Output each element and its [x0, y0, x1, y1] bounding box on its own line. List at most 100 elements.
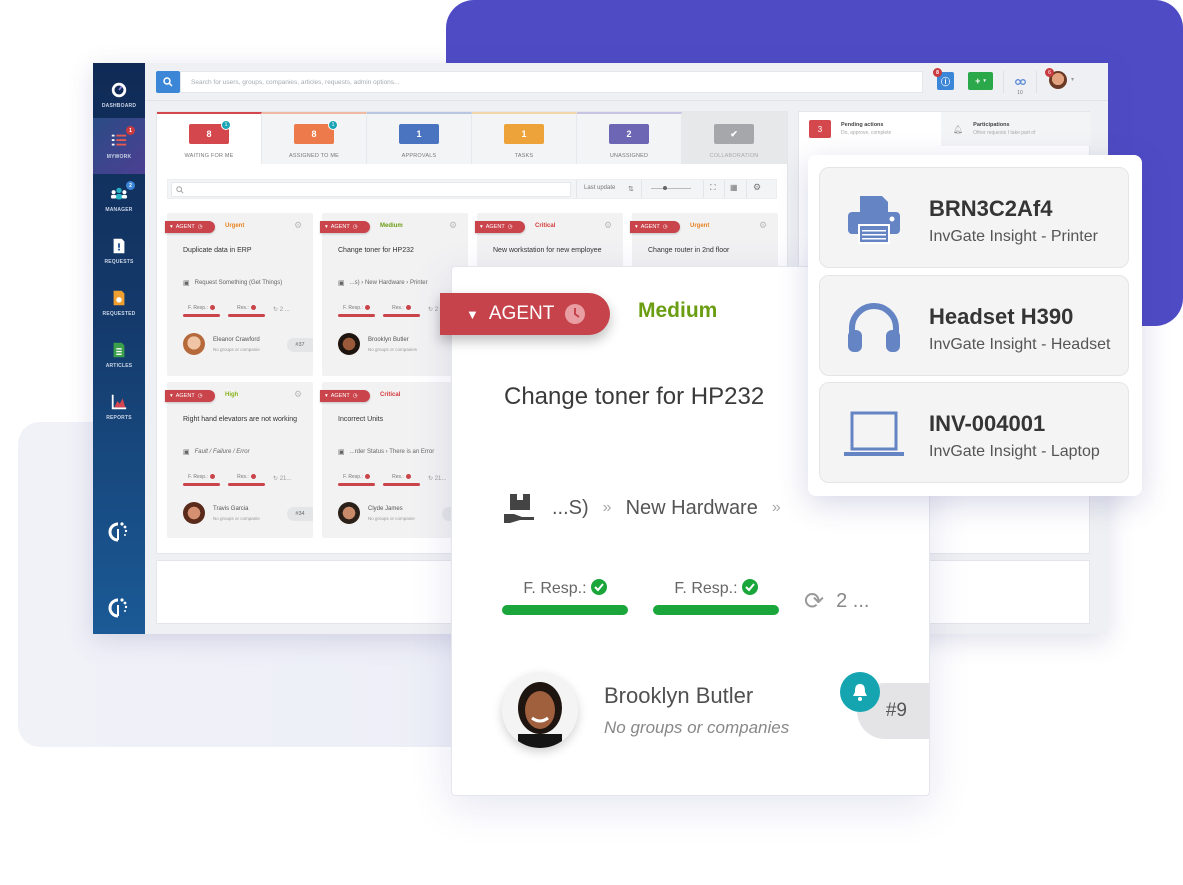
tab-badge: 1 [328, 120, 338, 130]
ticket-card[interactable]: ▾ AGENT ◷ High ⚙ Right hand elevators are … [165, 382, 313, 538]
user-badge: 6 [1045, 68, 1054, 77]
pending-subtitle: Do, approve, complete [841, 130, 892, 136]
sidebar-item-label: REQUESTS [104, 259, 134, 265]
sidebar-item-requests[interactable]: REQUESTS [93, 225, 145, 277]
sla-alert-icon [364, 305, 370, 311]
priority-label: Critical [535, 223, 556, 229]
category-text: Request Something (Get Things) [194, 280, 283, 286]
requester-groups: No groups or companies [604, 718, 790, 737]
card-settings-icon[interactable]: ⚙ [759, 220, 768, 230]
breadcrumb-separator: » [602, 499, 612, 516]
clock-icon: ◷ [197, 393, 203, 399]
sla-alert-icon [250, 474, 256, 480]
sort-label[interactable]: Last update [584, 185, 615, 191]
caret-down-icon: ▼ [466, 306, 479, 322]
ticket-card[interactable]: ▾ AGENT ◷ Urgent ⚙ Duplicate data in ERP ▣… [165, 213, 313, 376]
tab-collaboration[interactable]: ✔ COLLABORATION [682, 112, 787, 164]
asset-item[interactable]: BRN3C2Af4 InvGate Insight - Printer [819, 167, 1129, 268]
sidebar-item-requested[interactable]: REQUESTED [93, 277, 145, 329]
clock-icon: ◷ [352, 393, 358, 399]
tab-label: WAITING FOR ME [184, 153, 234, 159]
list-view-icon[interactable]: ▦ [730, 183, 738, 192]
observers-button[interactable]: 10 [1013, 72, 1027, 96]
card-settings-icon[interactable]: ⚙ [604, 220, 613, 230]
sidebar-item-articles[interactable]: ARTICLES [93, 329, 145, 381]
agent-tag[interactable]: ▼ AGENT [440, 293, 610, 335]
sla-bar [383, 483, 420, 486]
invgate-logo-icon[interactable] [106, 519, 132, 545]
tab-badge: 1 [221, 120, 231, 130]
zoom-slider[interactable] [651, 186, 691, 190]
tab-approvals[interactable]: 1 APPROVALS [367, 112, 472, 164]
ticket-card[interactable]: ▾ AGENT ◷ Critical Incorrect Units ▣ ...rde… [320, 382, 468, 538]
chart-icon [111, 394, 127, 410]
notifications-button[interactable]: ⓘ 8 [933, 68, 954, 90]
ticket-id: #37 [287, 338, 313, 352]
agent-tag[interactable]: ▾ AGENT ◷ [630, 221, 680, 233]
tab-count: 1 [399, 124, 439, 144]
tab-pending-actions[interactable]: 3 Pending actions Do, approve, complete [799, 112, 941, 146]
divider [576, 180, 577, 198]
sidebar-item-manager[interactable]: 2 MANAGER [93, 173, 145, 225]
global-search-input[interactable]: Search for users, groups, companies, art… [180, 71, 923, 93]
tab-assigned-to-me[interactable]: 8 1 ASSIGNED TO ME [262, 112, 367, 164]
add-label: + [975, 76, 981, 86]
notification-bell-button[interactable] [840, 672, 880, 712]
clock-icon: ◷ [662, 224, 668, 230]
zoom-slider-handle[interactable] [663, 186, 667, 190]
article-doc-icon [113, 342, 125, 358]
sla-label: Res.: [237, 474, 249, 480]
ticket-category-breadcrumb: ...S) » New Hardware » [502, 492, 781, 524]
category-text: ...rder Status › There is an Error [349, 449, 435, 455]
sla-label: F. Resp.: [188, 305, 208, 311]
asset-item[interactable]: Headset H390 InvGate Insight - Headset [819, 275, 1129, 376]
sla-alert-icon [209, 474, 215, 480]
user-menu-chevron-icon[interactable]: ▾ [1071, 76, 1074, 83]
invgate-logo-icon [108, 598, 128, 618]
sidebar-item-mywork[interactable]: 1 MYWORK [93, 118, 145, 174]
priority-label: Critical [380, 392, 401, 398]
fullscreen-icon[interactable]: ⛶ [710, 183, 716, 193]
settings-gear-icon[interactable]: ⚙ [753, 182, 761, 193]
pending-count: 3 [809, 120, 831, 138]
filter-bar: Last update ⇅ ⛶ ▦ ⚙ [167, 179, 777, 199]
sla-bar [338, 314, 375, 317]
tab-tasks[interactable]: 1 TASKS [472, 112, 577, 164]
alert-box-icon: ▣ [183, 449, 190, 456]
manager-badge: 2 [126, 181, 135, 190]
add-button[interactable]: + ▾ [968, 72, 993, 90]
caret-down-icon: ▾ [635, 224, 638, 230]
requester-name: Clyde James [368, 506, 403, 512]
agent-tag[interactable]: ▾ AGENT ◷ [320, 390, 370, 402]
card-settings-icon[interactable]: ⚙ [294, 220, 303, 230]
agent-tag-label: AGENT [175, 393, 195, 399]
work-tabs: 8 1 WAITING FOR ME 8 1 ASSIGNED TO ME 1 … [157, 112, 787, 164]
card-settings-icon[interactable]: ⚙ [294, 389, 303, 399]
sidebar-item-reports[interactable]: REPORTS [93, 381, 145, 433]
agent-tag[interactable]: ▾ AGENT ◷ [320, 221, 370, 233]
agent-tag[interactable]: ▾ AGENT ◷ [165, 221, 215, 233]
tab-waiting-for-me[interactable]: 8 1 WAITING FOR ME [157, 112, 262, 164]
refresh-count: ⟳ 2 ... [804, 587, 869, 616]
sidebar-item-dashboard[interactable]: DASHBOARD [93, 69, 145, 121]
refresh-count-text: 2 ... [836, 590, 870, 612]
tab-label: APPROVALS [401, 153, 437, 159]
filter-search-input[interactable] [171, 182, 571, 197]
search-button[interactable] [156, 71, 180, 93]
category-text: New Hardware [625, 496, 758, 519]
tab-unassigned[interactable]: 2 UNASSIGNED [577, 112, 682, 164]
sla-label: F. Resp.: [343, 474, 363, 480]
agent-tag-label: AGENT [330, 393, 350, 399]
sla-alert-icon [405, 305, 411, 311]
card-settings-icon[interactable]: ⚙ [449, 220, 458, 230]
asset-item[interactable]: INV-004001 InvGate Insight - Laptop [819, 382, 1129, 483]
sla-label: F. Resp.: [674, 580, 738, 597]
priority-label: Urgent [690, 223, 710, 229]
sidebar-item-label: MANAGER [105, 207, 133, 213]
user-avatar[interactable]: 6 [1045, 68, 1067, 89]
tab-participations[interactable]: 🔔︎ Participations Other requests I take … [941, 112, 1091, 146]
sort-order-icon[interactable]: ⇅ [628, 185, 634, 193]
agent-tag[interactable]: ▾ AGENT ◷ [475, 221, 525, 233]
agent-tag[interactable]: ▾ AGENT ◷ [165, 390, 215, 402]
pending-title: Pending actions [841, 122, 884, 128]
